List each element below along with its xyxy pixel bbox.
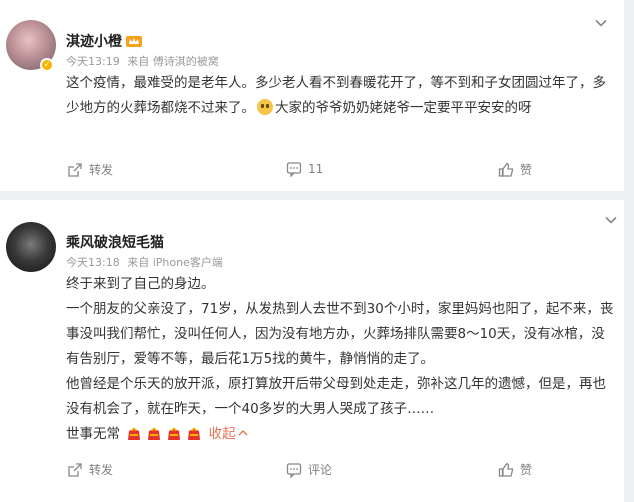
chevron-down-icon[interactable] (604, 213, 618, 227)
collapse-link[interactable]: 收起 (209, 426, 248, 442)
candle-icon (148, 427, 161, 440)
member-crown-icon (126, 36, 142, 47)
sad-face-icon (257, 99, 273, 115)
post-time[interactable]: 今天13:19 (66, 55, 120, 68)
thumbs-up-icon (498, 162, 514, 177)
chevron-down-icon[interactable] (594, 16, 608, 30)
repost-icon (68, 162, 82, 177)
verified-badge-icon: ✓ (40, 58, 54, 72)
weibo-post-1: ✓ 淇迹小橙 今天13:19 来自 傅诗淇的被窝 这个疫情，最难受的是老年人。多… (0, 0, 624, 191)
author-name[interactable]: 乘风破浪短毛猫 (66, 232, 164, 252)
thumbs-up-icon (498, 462, 514, 477)
post-meta: 今天13:19 来自 傅诗淇的被窝 (66, 53, 223, 69)
post-source: 来自 iPhone客户端 (127, 256, 223, 269)
post-content: 终于来到了自己的身边。 一个朋友的父亲没了，71岁，从发热到人去世不到30个小时… (66, 272, 618, 447)
comment-button[interactable]: 评论 (286, 461, 332, 478)
paragraph: 终于来到了自己的身边。 (66, 276, 215, 292)
post-time[interactable]: 今天13:18 (66, 256, 120, 269)
repost-button[interactable]: 转发 (67, 161, 113, 178)
like-button[interactable]: 赞 (498, 461, 532, 478)
author-name[interactable]: 淇迹小橙 (66, 31, 142, 51)
post-actions: 转发 评论 赞 (0, 461, 624, 481)
paragraph: 世事无常 收起 (66, 422, 618, 447)
comment-button[interactable]: 11 (286, 161, 323, 177)
avatar[interactable] (6, 222, 56, 272)
post-content: 这个疫情，最难受的是老年人。多少老人看不到春暖花开了，等不到和子女团圆过年了，多… (66, 75, 606, 116)
repost-button[interactable]: 转发 (67, 461, 113, 478)
post-meta: 今天13:18 来自 iPhone客户端 (66, 254, 227, 270)
repost-icon (68, 462, 82, 477)
paragraph: 他曾经是个乐天的放开派，原打算放开后带父母到处走走，弥补这几年的遗憾，但是，再也… (66, 376, 606, 417)
chevron-up-icon (238, 430, 248, 436)
candle-icon (168, 427, 181, 440)
comment-icon (286, 462, 302, 478)
post-actions: 转发 11 赞 (0, 161, 624, 181)
post-source: 来自 傅诗淇的被窝 (127, 55, 219, 68)
paragraph: 一个朋友的父亲没了，71岁，从发热到人去世不到30个小时，家里妈妈也阳了，起不来… (66, 301, 614, 367)
like-button[interactable]: 赞 (498, 161, 532, 178)
comment-icon (286, 162, 302, 177)
candle-icon (128, 427, 141, 440)
candle-icon (188, 427, 201, 440)
